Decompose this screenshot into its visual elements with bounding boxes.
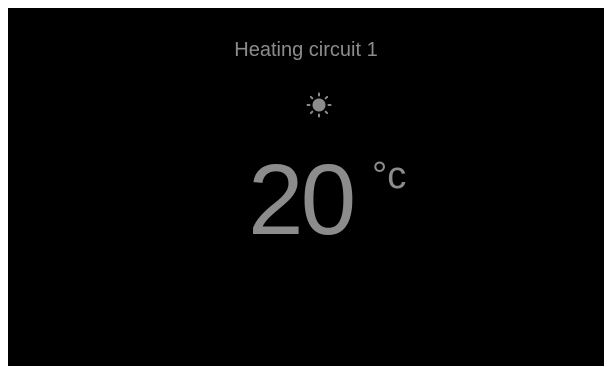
heating-circuit-title: Heating circuit 1 [234, 39, 378, 61]
temperature-value: 20 [248, 144, 356, 256]
temperature-unit: °c [372, 155, 407, 197]
sun-icon [306, 92, 332, 118]
thermostat-screen: Heating circuit 1 20 °c [8, 8, 604, 366]
